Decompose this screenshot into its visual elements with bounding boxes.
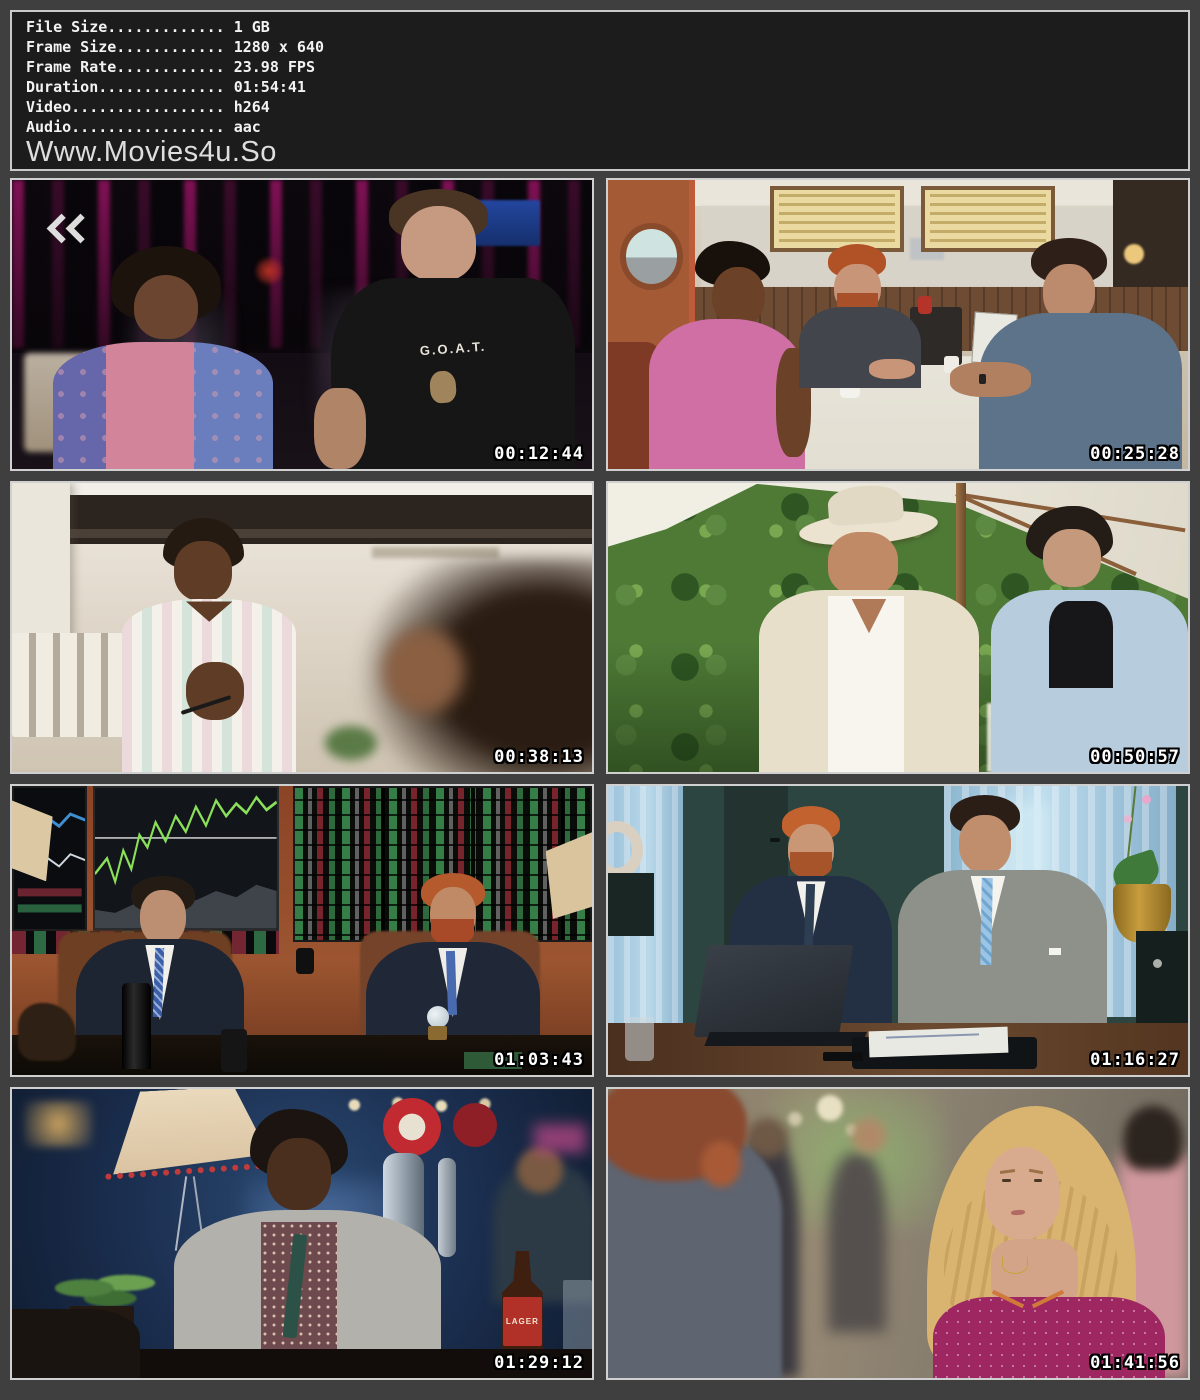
efron-face xyxy=(140,890,186,945)
background-guest-dark-hair xyxy=(1124,1106,1182,1170)
camera-device xyxy=(296,948,314,974)
goat-graphic xyxy=(429,370,457,404)
pink-neon-blur xyxy=(534,1124,586,1153)
timestamp: 01:41:56 xyxy=(1090,1353,1180,1373)
cena-face xyxy=(828,532,898,596)
man-hands-clasped xyxy=(186,662,244,720)
screenshot-sheet: File Size............. 1 GB Frame Size..… xyxy=(0,0,1200,1400)
beer-badge-red xyxy=(383,1098,441,1156)
globe-trophy xyxy=(427,1006,449,1028)
screenshot-thumb-3: 00:38:13 xyxy=(10,481,594,774)
scene-trading-office xyxy=(12,786,592,1075)
efron-face-2 xyxy=(959,815,1011,873)
menu-lines xyxy=(930,193,1046,242)
foreground-skin-blur xyxy=(383,628,464,715)
orchid-bloom xyxy=(1142,795,1151,804)
background-guest xyxy=(828,1153,886,1332)
lamp-wire-stand xyxy=(175,1176,187,1251)
scene-interior xyxy=(12,483,592,772)
screenshot-thumb-2: 00:25:28 xyxy=(606,178,1190,471)
colleague-beard xyxy=(431,919,474,945)
woman-face xyxy=(985,1147,1060,1239)
woman-eye xyxy=(1002,1179,1011,1182)
ginger-man-beard xyxy=(790,852,833,878)
double-chevron-sign xyxy=(47,212,97,248)
right-man-torso xyxy=(331,278,575,469)
friend-black-tee xyxy=(1049,601,1113,688)
laptop-base xyxy=(704,1032,866,1046)
right-man-face xyxy=(401,206,476,281)
timestamp: 01:16:27 xyxy=(1090,1050,1180,1070)
screenshot-thumb-7: LAGER 01:29:12 xyxy=(10,1087,594,1380)
ceiling-fixture xyxy=(372,547,500,559)
laptop-screen xyxy=(693,945,853,1037)
mezzanine-rail xyxy=(53,529,592,538)
scene-party xyxy=(608,1089,1188,1378)
timestamp: 00:50:57 xyxy=(1090,747,1180,767)
thumbnail-grid: G.O.A.T. 00:12:44 xyxy=(10,178,1190,1380)
screenshot-thumb-1: G.O.A.T. 00:12:44 xyxy=(10,178,594,471)
media-info-panel: File Size............. 1 GB Frame Size..… xyxy=(10,10,1190,171)
right-man-arms xyxy=(950,362,1031,397)
man-face xyxy=(267,1138,331,1210)
door-handle xyxy=(770,838,780,842)
friend-face xyxy=(1043,529,1101,587)
globe-trophy-base xyxy=(428,1026,447,1040)
timestamp: 00:12:44 xyxy=(494,444,584,464)
man-face xyxy=(174,541,232,602)
screenshot-thumb-6: 01:16:27 xyxy=(606,784,1190,1077)
phone-on-table xyxy=(823,1052,864,1061)
speaker-cup xyxy=(221,1029,247,1072)
site-watermark: Www.Movies4u.So xyxy=(26,137,1174,167)
timestamp: 00:25:28 xyxy=(1090,444,1180,464)
timestamp: 01:03:43 xyxy=(494,1050,584,1070)
beer-bottle-label: LAGER xyxy=(503,1297,541,1346)
watch xyxy=(979,374,986,384)
left-man-face xyxy=(134,275,198,339)
timestamp: 01:29:12 xyxy=(494,1353,584,1373)
globe-lamp xyxy=(1124,244,1144,264)
bokeh-warm xyxy=(24,1101,94,1147)
red-lamp-glow xyxy=(256,258,282,284)
right-man-arm xyxy=(314,388,366,469)
frame-size-line: Frame Size............ 1280 x 640 xyxy=(26,37,1174,57)
gold-necklace xyxy=(1002,1257,1028,1274)
woman-eye xyxy=(1034,1179,1042,1182)
file-size-line: File Size............. 1 GB xyxy=(26,17,1174,37)
railing-slats xyxy=(12,633,134,737)
timestamp: 00:38:13 xyxy=(494,747,584,767)
screenshot-thumb-8: 01:41:56 xyxy=(606,1087,1190,1380)
background-patron-head xyxy=(517,1147,563,1193)
beer-badge-dark xyxy=(453,1103,497,1147)
video-codec-line: Video................. h264 xyxy=(26,97,1174,117)
water-glass xyxy=(625,1017,654,1060)
ketchup xyxy=(918,296,932,314)
efron-blue-striped-tie xyxy=(980,878,993,965)
frame-rate-line: Frame Rate............ 23.98 FPS xyxy=(26,57,1174,77)
screenshot-thumb-5: 01:03:43 xyxy=(10,784,594,1077)
lager-label-text: LAGER xyxy=(506,1318,539,1326)
duration-line: Duration.............. 01:54:41 xyxy=(26,77,1174,97)
screenshot-thumb-4: 00:50:57 xyxy=(606,481,1190,774)
bar-counter-curve xyxy=(12,1309,140,1378)
menu-lines xyxy=(779,193,895,242)
left-man-shirt-pattern xyxy=(53,342,273,469)
scene-meeting-room xyxy=(608,786,1188,1075)
sideboard-left xyxy=(608,873,654,937)
thermos xyxy=(122,983,151,1070)
scene-bar: LAGER xyxy=(12,1089,592,1378)
scene-diner xyxy=(608,180,1188,469)
center-man-hands xyxy=(869,359,915,379)
string-light-bokeh xyxy=(817,1095,843,1121)
porthole-window xyxy=(620,223,684,289)
audio-codec-line: Audio................. aac xyxy=(26,117,1174,137)
scene-garden xyxy=(608,483,1188,772)
string-light-bokeh xyxy=(788,1112,802,1126)
background-guest-bald xyxy=(852,1118,887,1153)
beer-tap-thin xyxy=(438,1158,455,1256)
pocket-square xyxy=(1049,948,1061,955)
scene-nightclub: G.O.A.T. xyxy=(12,180,592,469)
white-document xyxy=(869,1026,1009,1057)
white-column xyxy=(12,483,70,651)
